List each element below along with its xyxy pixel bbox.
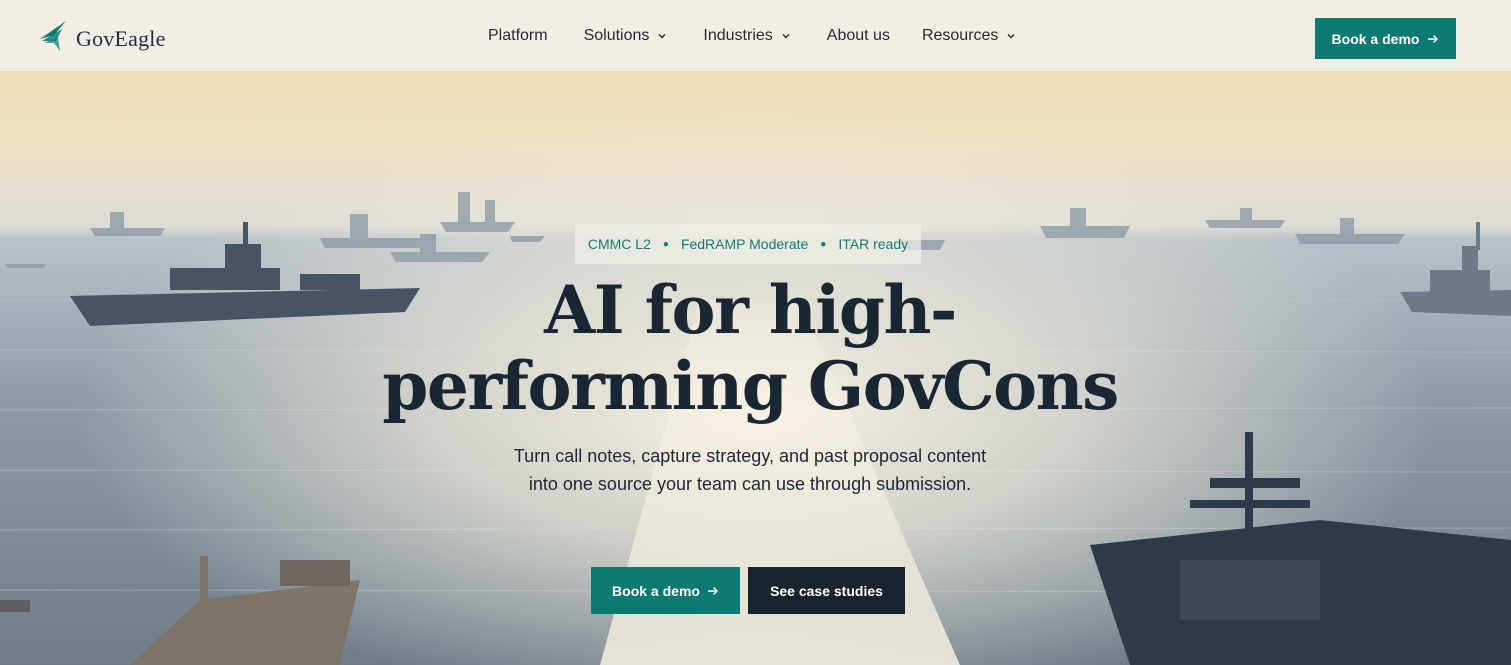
nav-item-solutions[interactable]: Solutions [584,27,668,45]
hero-headline: AI for high- performing GovCons [380,272,1120,424]
badge-itar: ITAR ready [838,236,909,252]
nav-item-label: Platform [488,26,548,44]
nav-item-platform[interactable]: Platform [488,27,548,45]
nav-item-industries[interactable]: Industries [703,27,790,45]
see-case-studies-label: See case studies [770,582,883,599]
arrow-right-icon [707,586,718,595]
separator-dot: ● [662,238,669,250]
chevron-down-icon [658,33,666,38]
headline-line-1: AI for high- [544,271,957,349]
logo-text: GovEagle [76,26,166,51]
book-demo-nav-button[interactable]: Book a demo [1315,18,1456,59]
compliance-badges: CMMC L2 ● FedRAMP Moderate ● ITAR ready [575,224,921,264]
arrow-right-icon [1428,34,1439,43]
chevron-down-icon [1007,33,1015,38]
book-demo-button[interactable]: Book a demo [591,567,740,614]
eagle-wing-logo-icon [40,21,66,51]
see-case-studies-button[interactable]: See case studies [748,567,905,614]
top-navigation: GovEagle Platform Solutions Industries A… [0,0,1511,71]
book-demo-label: Book a demo [612,582,700,599]
hero-subtext: Turn call notes, capture strategy, and p… [513,446,987,494]
nav-item-label: About us [826,26,890,44]
nav-item-label: Solutions [583,26,650,44]
badge-fedramp: FedRAMP Moderate [680,236,809,252]
logo[interactable]: GovEagle [38,19,166,53]
separator-dot: ● [820,238,827,250]
nav-item-about-us[interactable]: About us [827,27,890,45]
headline-line-2: performing GovCons [382,347,1119,425]
chevron-down-icon [782,33,790,38]
nav-links: Platform Solutions Industries About us R… [488,0,1016,71]
badge-cmmc: CMMC L2 [587,236,651,252]
book-demo-label: Book a demo [1331,30,1420,47]
nav-item-label: Resources [921,26,999,44]
nav-item-resources[interactable]: Resources [922,27,1016,45]
nav-item-label: Industries [703,26,773,44]
